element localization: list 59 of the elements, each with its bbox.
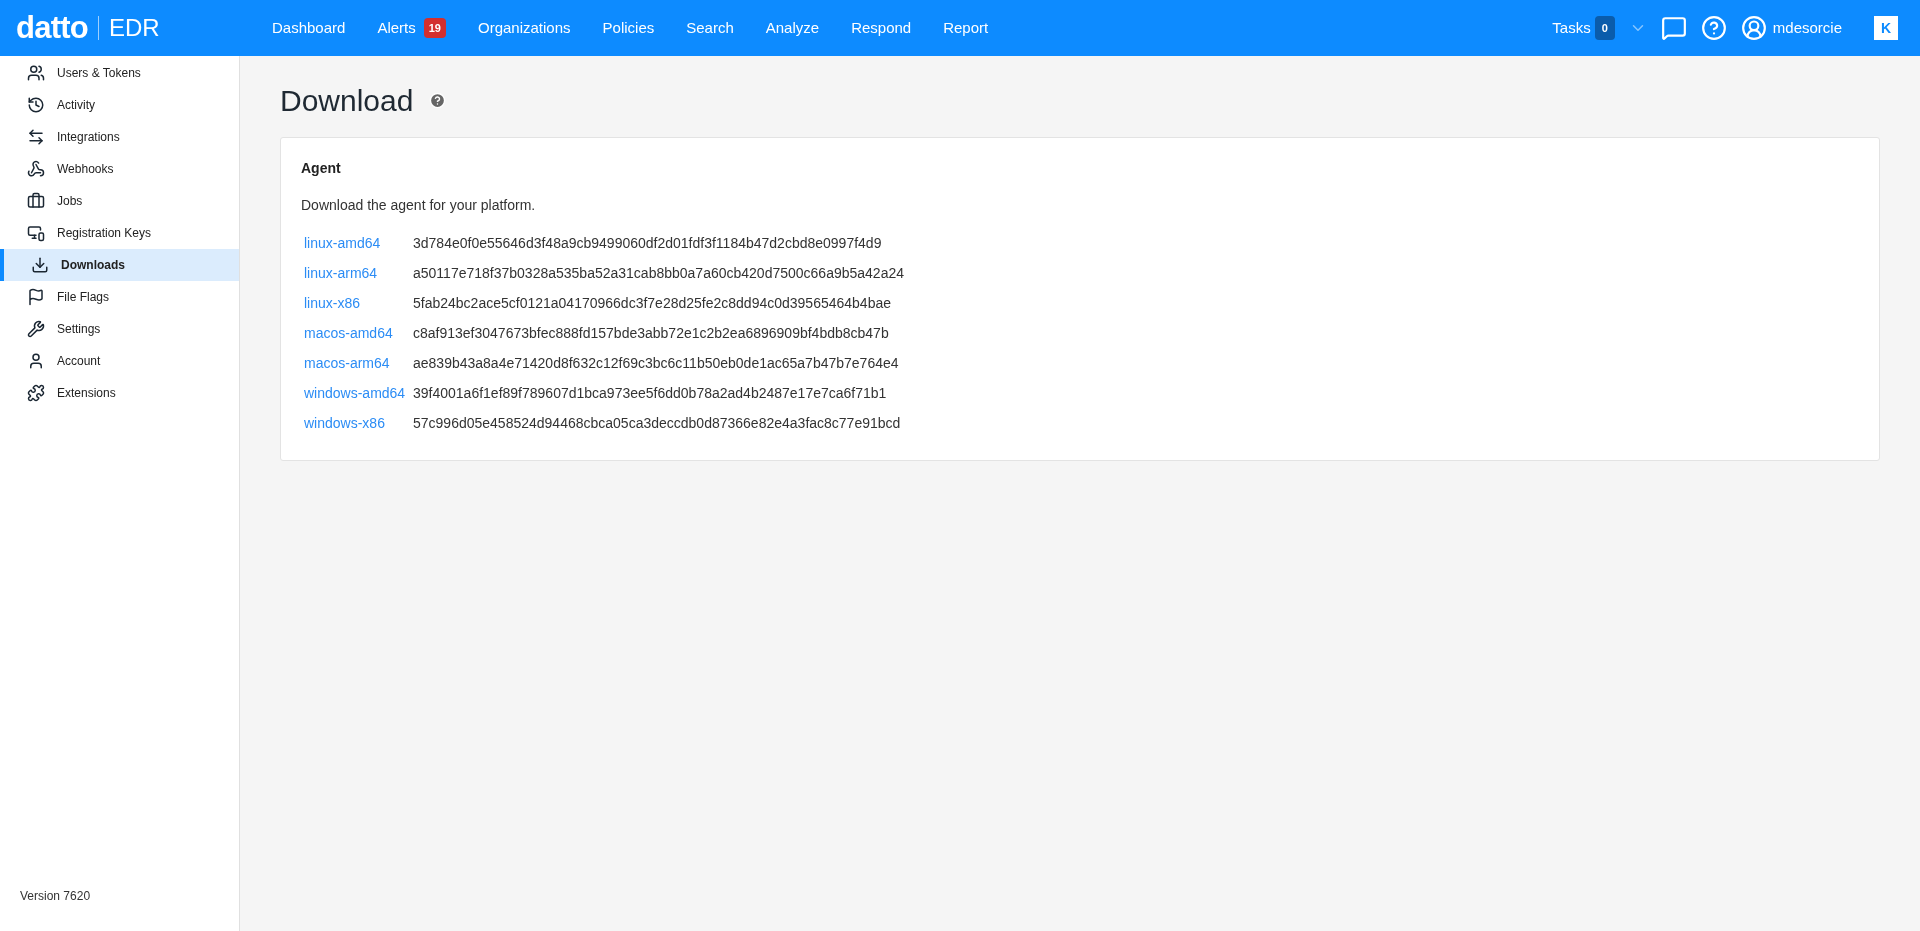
download-link[interactable]: macos-amd64 (301, 322, 413, 344)
logo[interactable]: datto (16, 4, 88, 52)
download-link[interactable]: linux-amd64 (301, 232, 413, 254)
nav-link[interactable]: Search (686, 16, 734, 40)
sidebar-item[interactable]: Activity (0, 89, 239, 121)
sidebar-item[interactable]: Downloads (0, 249, 239, 281)
webhook-icon (27, 160, 45, 178)
sidebar-item[interactable]: Webhooks (0, 153, 239, 185)
download-link[interactable]: linux-arm64 (301, 262, 413, 284)
nav-link[interactable]: Policies (602, 16, 655, 40)
download-link[interactable]: linux-x86 (301, 292, 413, 314)
tasks-button[interactable]: Tasks 0 (1552, 15, 1615, 41)
download-icon (31, 256, 49, 274)
hash-text: a50117e718f37b0328a535ba52a31cab8bb0a7a60cb420d7500c66a9b5a42a24 (413, 263, 905, 283)
hash-text: 3d784e0f0e55646d3f48a9cb9499060df2d01fdf3f1184b47d2cbd8e0997f4d9 (413, 233, 882, 253)
nav-link[interactable]: Respond (851, 16, 912, 40)
download-link[interactable]: macos-arm64 (301, 352, 413, 374)
briefcase-icon (27, 192, 45, 210)
sidebar-item[interactable]: Extensions (0, 377, 239, 409)
hash-text: 5fab24bc2ace5cf0121a04170966dc3f7e28d25fe2c8dd94c0d39565464b4bae (413, 293, 891, 313)
wrench-icon (27, 320, 45, 338)
sidebar-item[interactable]: Settings (0, 313, 239, 345)
help-icon[interactable] (1700, 15, 1727, 41)
nav-link[interactable]: Alerts 19 (377, 16, 446, 40)
nav-link[interactable]: Organizations (478, 16, 571, 40)
help-icon[interactable] (429, 91, 447, 109)
tasks-count: 0 (1594, 15, 1615, 41)
alert-count-badge: 19 (423, 17, 446, 39)
users-icon (27, 64, 45, 82)
hash-text: c8af913ef3047673bfec888fd157bde3abb72e1c2b2ea6896909bf4bdb8cb47b (413, 323, 889, 343)
user-icon (27, 352, 45, 370)
page-title: Download (280, 82, 414, 119)
download-link[interactable]: windows-x86 (301, 412, 413, 434)
app-badge[interactable]: K (1874, 16, 1898, 40)
arrows-icon (27, 128, 45, 146)
card-title: Agent (301, 159, 342, 178)
nav-link[interactable]: Dashboard (272, 16, 346, 40)
sidebar-item[interactable]: Users & Tokens (0, 57, 239, 89)
user-menu[interactable]: mdesorcie (1740, 15, 1842, 41)
card-description: Download the agent for your platform. (301, 196, 537, 215)
puzzle-icon (27, 384, 45, 402)
nav-link[interactable]: Report (943, 16, 989, 40)
user-icon (1740, 15, 1767, 41)
sidebar-item[interactable]: Jobs (0, 185, 239, 217)
history-icon (27, 96, 45, 114)
devices-icon (27, 224, 45, 242)
product-name: EDR (108, 13, 160, 43)
sidebar-item[interactable]: Registration Keys (0, 217, 239, 249)
nav-link[interactable]: Analyze (765, 16, 820, 40)
download-link[interactable]: windows-amd64 (301, 382, 413, 404)
feedback-icon[interactable] (1660, 15, 1687, 41)
hash-text: 57c996d05e458524d94468cbca05ca3deccdb0d87366e82e4a3fac8c77e91bcd (413, 413, 901, 433)
flag-icon (27, 288, 45, 306)
sidebar-item[interactable]: File Flags (0, 281, 239, 313)
sidebar-item[interactable]: Integrations (0, 121, 239, 153)
sidebar-item[interactable]: Account (0, 345, 239, 377)
hash-text: 39f4001a6f1ef89f789607d1bca973ee5f6dd0b78a2ad4b2487e17e7ca6f71b1 (413, 383, 887, 403)
hash-text: ae839b43a8a4e71420d8f632c12f69c3bc6c11b50eb0de1ac65a7b47b7e764e4 (413, 353, 899, 373)
version-label: Version 7620 (19, 888, 92, 905)
